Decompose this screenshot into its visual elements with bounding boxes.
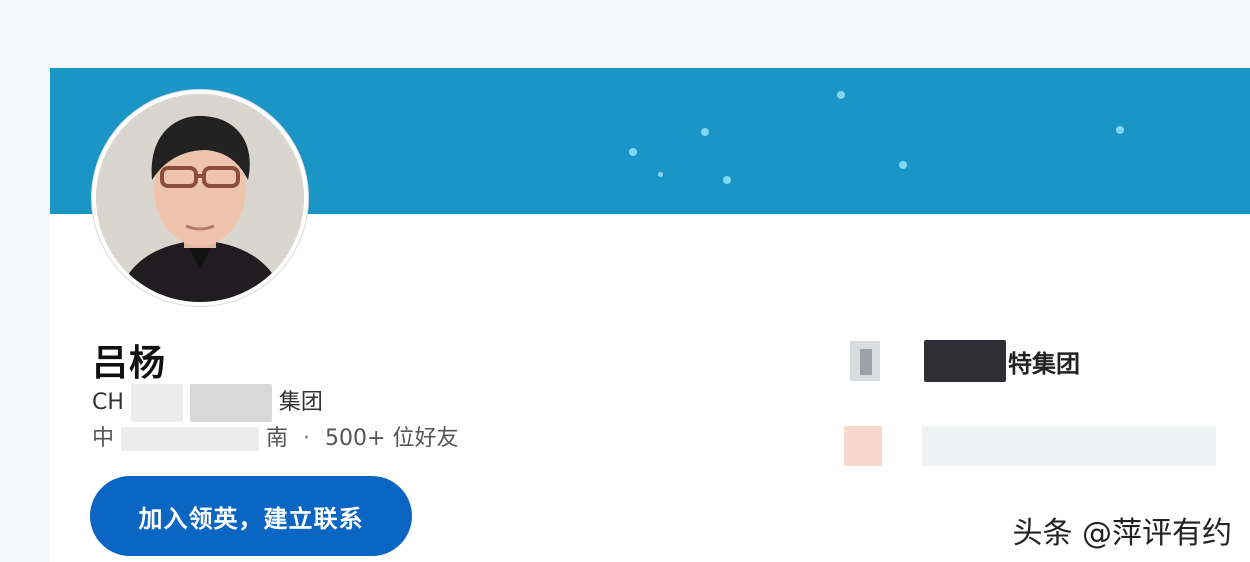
current-company[interactable]: 特集团 (850, 338, 1080, 384)
banner-dot (723, 176, 731, 184)
watermark-text: 头条 @萍评有约 (1012, 516, 1232, 551)
redacted-block (130, 384, 183, 422)
location-prefix: 中 (92, 426, 115, 451)
company-name: 特集团 (1008, 349, 1080, 378)
company-logo-icon (850, 341, 880, 381)
profile-location: 中 南 · 500+ 位好友 (92, 420, 458, 452)
banner-dot (701, 128, 709, 136)
banner-dot (899, 161, 907, 169)
banner-dot (658, 172, 663, 177)
banner-dot (629, 148, 637, 156)
join-connect-button[interactable]: 加入领英，建立联系 (90, 476, 412, 556)
education-entry[interactable] (844, 424, 1216, 468)
profile-avatar[interactable] (92, 90, 308, 306)
linkedin-profile-page: 吕杨 CH 集团 中 南 · 500+ 位好友 加入领英，建立联系 特集团 头条… (0, 0, 1250, 562)
redacted-school-name (922, 426, 1216, 466)
avatar-photo-icon (96, 94, 304, 302)
profile-name: 吕杨 (92, 343, 167, 384)
redacted-block (189, 384, 272, 422)
school-logo-icon (844, 426, 882, 466)
headline-suffix: 集团 (278, 390, 323, 415)
banner-dot (1116, 126, 1124, 134)
profile-headline: CH 集团 (92, 384, 323, 422)
location-suffix: 南 (266, 426, 289, 451)
redacted-block (121, 427, 260, 451)
connections-count[interactable]: 500+ 位好友 (325, 426, 458, 451)
location-separator: · (303, 426, 311, 451)
headline-prefix: CH (92, 390, 124, 415)
redacted-block (924, 340, 1006, 382)
banner-dot (837, 91, 845, 99)
